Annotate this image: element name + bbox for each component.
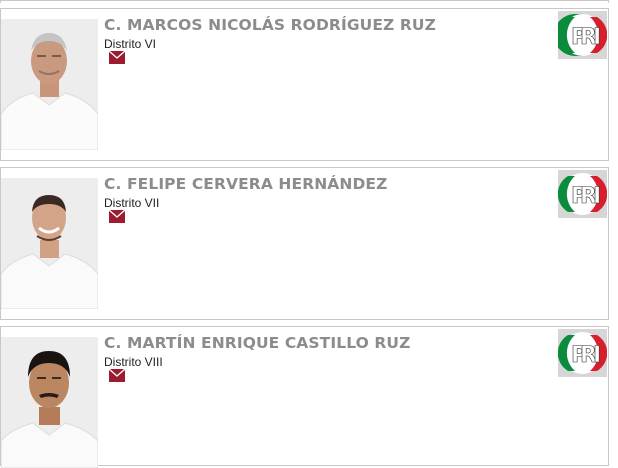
envelope-icon[interactable] <box>109 51 125 64</box>
svg-text:I: I <box>593 184 601 209</box>
svg-text:I: I <box>593 25 601 50</box>
previous-card-edge <box>0 0 609 3</box>
deputy-photo <box>1 178 98 309</box>
pri-logo[interactable]: P R I <box>558 170 607 218</box>
deputy-district: Distrito VI <box>104 37 157 51</box>
deputy-name: C. MARTÍN ENRIQUE CASTILLO RUZ <box>104 334 411 352</box>
deputy-card: C. FELIPE CERVERA HERNÁNDEZ Distrito VII… <box>0 167 609 320</box>
deputy-district: Distrito VIII <box>104 355 163 369</box>
pri-logo[interactable]: P R I <box>558 11 607 59</box>
deputy-card: C. MARCOS NICOLÁS RODRÍGUEZ RUZ Distrito… <box>0 8 609 161</box>
deputy-photo <box>1 19 98 150</box>
deputy-district: Distrito VII <box>104 196 160 210</box>
envelope-icon[interactable] <box>109 210 125 223</box>
deputy-photo <box>1 337 98 468</box>
deputy-card: C. MARTÍN ENRIQUE CASTILLO RUZ Distrito … <box>0 326 609 468</box>
deputy-name: C. MARCOS NICOLÁS RODRÍGUEZ RUZ <box>104 16 436 34</box>
svg-text:I: I <box>593 343 601 368</box>
pri-logo[interactable]: P R I <box>558 329 607 377</box>
envelope-icon[interactable] <box>109 369 125 382</box>
deputy-name: C. FELIPE CERVERA HERNÁNDEZ <box>104 175 388 193</box>
